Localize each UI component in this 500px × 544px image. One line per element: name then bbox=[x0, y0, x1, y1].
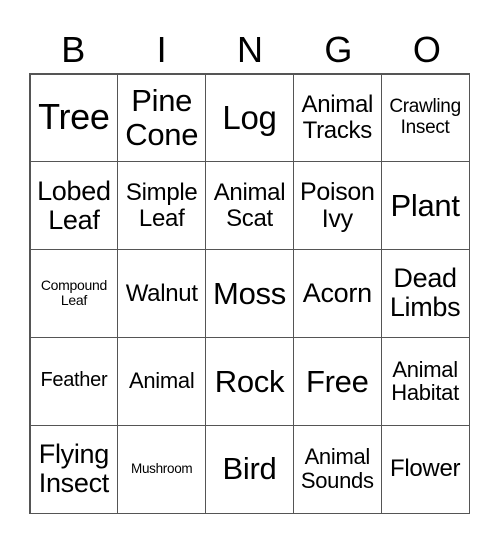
bingo-cell[interactable]: Feather bbox=[29, 336, 119, 426]
bingo-cell[interactable]: Pine Cone bbox=[117, 73, 207, 163]
header-letter-n: N bbox=[237, 29, 264, 70]
bingo-cell[interactable]: Flower bbox=[380, 424, 470, 514]
bingo-cell[interactable]: Poison Ivy bbox=[292, 161, 382, 251]
bingo-header: B I N G O bbox=[29, 28, 471, 72]
bingo-cell[interactable]: Animal Sounds bbox=[292, 424, 382, 514]
bingo-cell[interactable]: Animal Scat bbox=[205, 161, 294, 251]
bingo-cell[interactable]: Animal Habitat bbox=[380, 336, 470, 426]
bingo-cell[interactable]: Rock bbox=[205, 336, 294, 426]
bingo-cell[interactable]: Simple Leaf bbox=[117, 161, 207, 251]
header-letter-g: G bbox=[324, 29, 353, 70]
bingo-cell[interactable]: Dead Limbs bbox=[380, 249, 470, 338]
bingo-cell[interactable]: Compound Leaf bbox=[29, 249, 119, 338]
bingo-cell[interactable]: Animal Tracks bbox=[292, 73, 382, 163]
bingo-card-grid: Tree Pine Cone Log Animal Tracks Crawlin… bbox=[29, 73, 470, 514]
bingo-cell[interactable]: Log bbox=[205, 73, 294, 163]
header-letter-i: I bbox=[156, 29, 167, 70]
bingo-cell[interactable]: Animal bbox=[117, 336, 207, 426]
bingo-cell[interactable]: Mushroom bbox=[117, 424, 207, 514]
bingo-cell[interactable]: Moss bbox=[205, 249, 294, 338]
bingo-cell[interactable]: Lobed Leaf bbox=[29, 161, 119, 251]
header-letter-o: O bbox=[412, 29, 441, 70]
bingo-cell[interactable]: Plant bbox=[380, 161, 470, 251]
bingo-cell[interactable]: Bird bbox=[205, 424, 294, 514]
bingo-cell[interactable]: Crawling Insect bbox=[380, 73, 470, 163]
bingo-cell[interactable]: Acorn bbox=[292, 249, 382, 338]
header-letter-b: B bbox=[61, 29, 86, 70]
bingo-cell[interactable]: Walnut bbox=[117, 249, 207, 338]
bingo-cell[interactable]: Free bbox=[292, 336, 382, 426]
bingo-cell[interactable]: Flying Insect bbox=[29, 424, 119, 514]
bingo-cell[interactable]: Tree bbox=[29, 73, 119, 163]
